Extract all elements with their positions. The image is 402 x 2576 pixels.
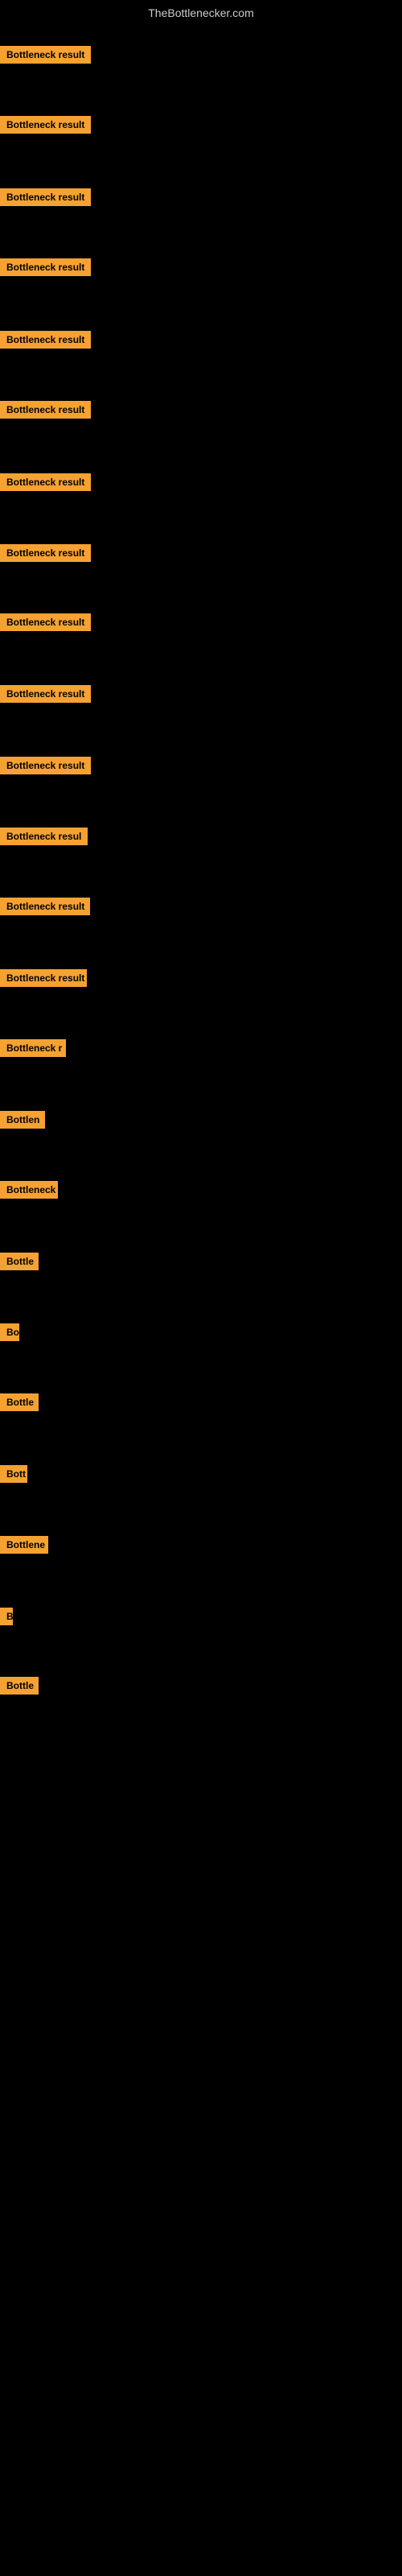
bottleneck-result-badge: Bottleneck result [0, 969, 87, 987]
bottleneck-result-badge: Bottleneck result [0, 46, 91, 64]
bottleneck-result-badge: Bottle [0, 1393, 39, 1411]
bottleneck-result-badge: Bottleneck result [0, 331, 91, 349]
bottleneck-result-badge: Bottleneck [0, 1181, 58, 1199]
bottleneck-result-badge: Bottlen [0, 1111, 45, 1129]
bottleneck-result-badge: B [0, 1608, 13, 1625]
bottleneck-result-badge: Bottleneck result [0, 757, 91, 774]
bottleneck-result-badge: Bottleneck result [0, 116, 91, 134]
bottleneck-result-badge: Bottleneck result [0, 544, 91, 562]
bottleneck-result-badge: Bo [0, 1323, 19, 1341]
bottleneck-result-badge: Bott [0, 1465, 27, 1483]
bottleneck-result-badge: Bottleneck result [0, 685, 91, 703]
bottleneck-result-badge: Bottleneck result [0, 613, 91, 631]
bottleneck-result-badge: Bottleneck result [0, 188, 91, 206]
bottleneck-result-badge: Bottleneck result [0, 473, 91, 491]
bottleneck-result-badge: Bottleneck result [0, 898, 90, 915]
bottleneck-result-badge: Bottleneck result [0, 258, 91, 276]
bottleneck-result-badge: Bottlene [0, 1536, 48, 1554]
bottleneck-result-badge: Bottleneck r [0, 1039, 66, 1057]
bottleneck-result-badge: Bottleneck result [0, 401, 91, 419]
bottleneck-result-badge: Bottle [0, 1253, 39, 1270]
bottleneck-result-badge: Bottleneck resul [0, 828, 88, 845]
bottleneck-result-badge: Bottle [0, 1677, 39, 1695]
